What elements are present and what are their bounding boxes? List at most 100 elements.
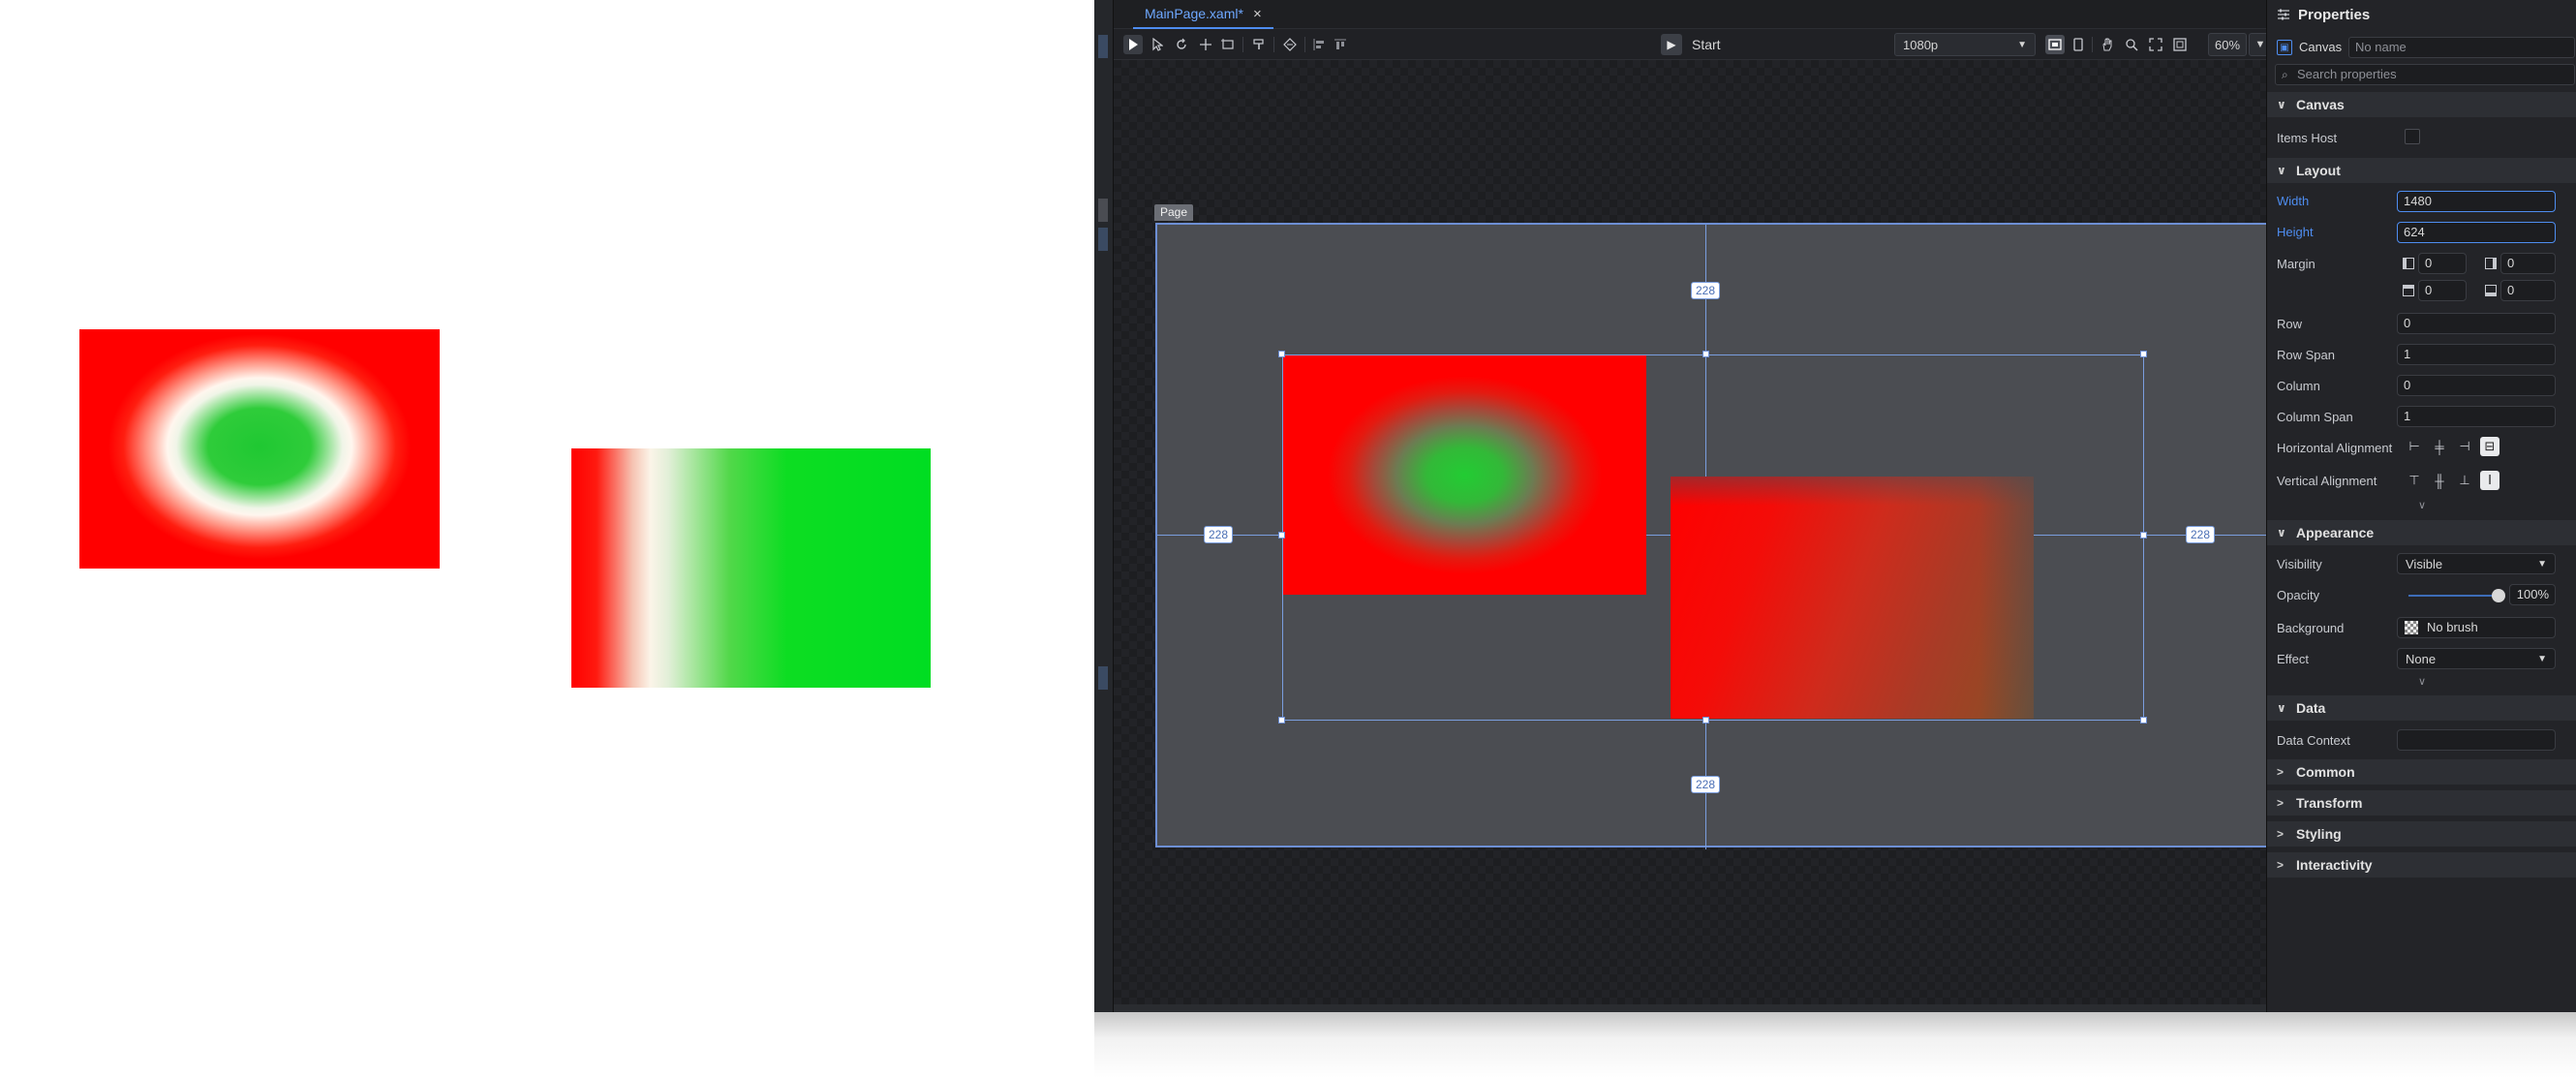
strip-marker[interactable] xyxy=(1098,199,1108,222)
resize-handle-bottom-left[interactable] xyxy=(1278,717,1285,724)
radial-gradient-rectangle xyxy=(79,329,440,569)
column-input[interactable]: 0 xyxy=(2397,375,2556,396)
effect-select[interactable]: None ▼ xyxy=(2397,648,2556,669)
margin-right-input[interactable]: 0 xyxy=(2500,253,2556,274)
zoom-icon[interactable] xyxy=(2122,35,2141,54)
section-title: Appearance xyxy=(2296,525,2375,540)
horizontal-scrollbar[interactable] xyxy=(1114,1004,2392,1012)
resize-icon[interactable] xyxy=(1218,35,1238,54)
resize-handle-top-left[interactable] xyxy=(1278,351,1285,357)
row-input[interactable]: 0 xyxy=(2397,313,2556,334)
section-common-header[interactable]: > Common xyxy=(2267,759,2576,785)
properties-icon xyxy=(2278,9,2289,20)
start-label: Start xyxy=(1692,37,1721,52)
rotate-icon[interactable] xyxy=(1172,35,1191,54)
appearance-expand-more-icon[interactable]: ∨ xyxy=(2267,675,2576,689)
align-right-icon[interactable]: ⊣ xyxy=(2455,437,2474,456)
select-arrow-icon[interactable] xyxy=(1148,35,1167,54)
visibility-select[interactable]: Visible ▼ xyxy=(2397,553,2556,574)
effect-value: None xyxy=(2406,651,2437,666)
canvas-type-icon: ▣ xyxy=(2277,40,2292,55)
align-vertical-stretch-icon[interactable]: Ⅰ xyxy=(2480,471,2499,490)
start-button[interactable]: ▶ Start xyxy=(1661,34,1721,55)
align-center-icon[interactable]: ╪ xyxy=(2430,437,2449,456)
margin-bottom-input[interactable]: 0 xyxy=(2500,280,2556,301)
align-left-icon[interactable]: ⊢ xyxy=(2405,437,2424,456)
actual-size-icon[interactable] xyxy=(2170,35,2190,54)
section-interactivity-header[interactable]: > Interactivity xyxy=(2267,852,2576,878)
layout-expand-more-icon[interactable]: ∨ xyxy=(2267,499,2576,512)
toolbar-separator xyxy=(2092,37,2093,52)
width-input[interactable]: 1480 xyxy=(2397,191,2556,212)
margin-left-icon xyxy=(2403,258,2414,269)
items-host-checkbox[interactable] xyxy=(2405,129,2420,144)
pointer-mode-icon[interactable] xyxy=(1123,35,1143,54)
page-surface[interactable]: 228 228 228 228 xyxy=(1155,223,2377,849)
data-context-field[interactable] xyxy=(2397,729,2556,751)
opacity-input[interactable]: 100% xyxy=(2509,584,2556,605)
fill-bucket-icon[interactable] xyxy=(1280,35,1300,54)
element-type-row: ▣ Canvas No name xyxy=(2267,37,2576,58)
landscape-device-icon[interactable] xyxy=(2045,35,2065,54)
background-brush-field[interactable]: No brush xyxy=(2397,617,2556,638)
strip-marker[interactable] xyxy=(1098,666,1108,690)
resize-handle-top[interactable] xyxy=(1702,351,1709,357)
margin-top-input[interactable]: 0 xyxy=(2418,280,2467,301)
element-name-input[interactable]: No name xyxy=(2348,37,2575,58)
opacity-slider-thumb[interactable] xyxy=(2492,589,2505,602)
hand-pan-icon[interactable] xyxy=(2098,35,2117,54)
row-span-input[interactable]: 1 xyxy=(2397,344,2556,365)
resize-handle-top-right[interactable] xyxy=(2140,351,2147,357)
strip-marker[interactable] xyxy=(1098,35,1108,58)
section-appearance-header[interactable]: ∨ Appearance xyxy=(2267,520,2576,545)
chevron-right-icon: > xyxy=(2277,827,2285,841)
design-canvas[interactable]: Page 228 228 228 228 xyxy=(1114,60,2392,1012)
section-styling-header[interactable]: > Styling xyxy=(2267,821,2576,847)
margin-top-icon xyxy=(2403,285,2414,296)
chevron-down-icon: ▼ xyxy=(2017,39,2027,50)
margin-left-input[interactable]: 0 xyxy=(2418,253,2467,274)
resize-handle-bottom-right[interactable] xyxy=(2140,717,2147,724)
align-middle-icon[interactable]: ╫ xyxy=(2430,471,2449,490)
toolbar-separator xyxy=(1273,37,1274,52)
chevron-down-icon: ∨ xyxy=(2277,526,2286,539)
resize-handle-left[interactable] xyxy=(1278,532,1285,539)
chevron-down-icon: ∨ xyxy=(2277,701,2286,715)
no-brush-icon xyxy=(2405,621,2418,634)
fit-to-screen-icon[interactable] xyxy=(2146,35,2165,54)
portrait-device-icon[interactable] xyxy=(2069,35,2088,54)
distance-badge-right: 228 xyxy=(2186,526,2216,543)
runtime-preview-area xyxy=(0,0,1094,1078)
opacity-label: Opacity xyxy=(2277,588,2320,602)
section-canvas-header[interactable]: ∨ Canvas xyxy=(2267,92,2576,117)
move-icon[interactable] xyxy=(1196,35,1215,54)
resolution-select[interactable]: 1080p ▼ xyxy=(1894,33,2036,56)
resize-handle-right[interactable] xyxy=(2140,532,2147,539)
resize-handle-bottom[interactable] xyxy=(1702,717,1709,724)
toolbar-separator xyxy=(1242,37,1243,52)
section-layout-header[interactable]: ∨ Layout xyxy=(2267,158,2576,183)
distance-badge-left: 228 xyxy=(1204,526,1234,543)
window-shadow xyxy=(1094,1012,2576,1078)
align-bottom-icon[interactable]: ⊥ xyxy=(2455,471,2474,490)
selection-box[interactable] xyxy=(1282,354,2144,721)
vertical-alignment-label: Vertical Alignment xyxy=(2277,474,2377,488)
column-span-input[interactable]: 1 xyxy=(2397,406,2556,427)
strip-marker[interactable] xyxy=(1098,228,1108,251)
zoom-level-field[interactable]: 60% xyxy=(2208,33,2247,56)
section-title: Interactivity xyxy=(2296,857,2373,873)
close-icon[interactable]: × xyxy=(1253,6,1262,22)
play-icon: ▶ xyxy=(1661,34,1682,55)
format-painter-icon[interactable] xyxy=(1249,35,1269,54)
align-left-edges-icon[interactable] xyxy=(1309,35,1329,54)
tab-mainpage[interactable]: MainPage.xaml* × xyxy=(1133,0,1273,29)
align-top-edges-icon[interactable] xyxy=(1331,35,1350,54)
section-transform-header[interactable]: > Transform xyxy=(2267,790,2576,816)
section-data-header[interactable]: ∨ Data xyxy=(2267,695,2576,721)
search-properties-input[interactable]: ⌕ Search properties xyxy=(2275,64,2575,85)
section-title: Transform xyxy=(2296,795,2363,811)
height-input[interactable]: 624 xyxy=(2397,222,2556,243)
opacity-slider-track[interactable] xyxy=(2408,595,2498,597)
align-top-icon[interactable]: ⊤ xyxy=(2405,471,2424,490)
align-stretch-icon[interactable]: ⊟ xyxy=(2480,437,2499,456)
